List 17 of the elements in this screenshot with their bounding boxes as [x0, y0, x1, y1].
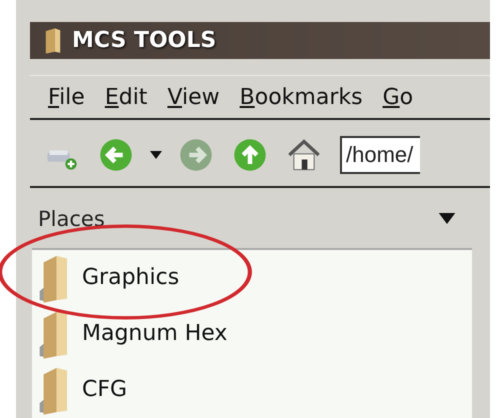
caret-icon[interactable] [150, 151, 162, 160]
menu-item[interactable]: File [48, 84, 85, 110]
menu-item[interactable]: Go [382, 84, 414, 110]
place-item[interactable]: CFG [32, 362, 472, 418]
places-header: Places [38, 206, 105, 231]
window-title: MCS TOOLS [72, 28, 216, 54]
back-icon[interactable] [98, 137, 134, 174]
place-item[interactable]: Magnum Hex [32, 306, 472, 362]
up-icon[interactable] [232, 137, 268, 174]
forward-icon[interactable] [178, 137, 214, 174]
menu-item[interactable]: View [167, 84, 220, 110]
menu-item[interactable]: Bookmarks [240, 84, 363, 110]
menu-item[interactable]: Edit [104, 84, 148, 110]
place-item[interactable]: Graphics [32, 250, 472, 306]
dropdown-arrow-icon[interactable] [438, 213, 456, 224]
path-field[interactable]: /home/ [340, 136, 420, 174]
folder-icon [44, 26, 62, 55]
